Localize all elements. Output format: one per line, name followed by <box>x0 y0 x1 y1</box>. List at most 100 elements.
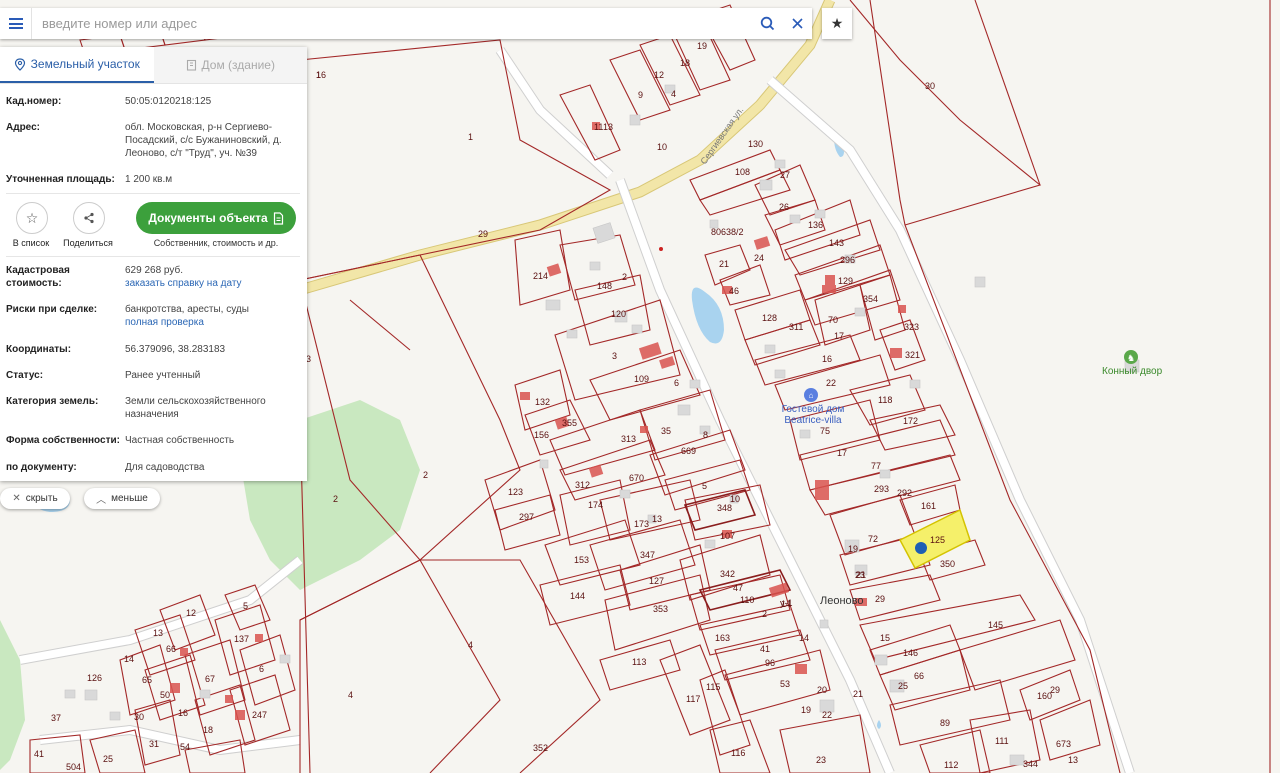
cost-row: Кадастровая стоимость: 629 268 руб. зака… <box>6 264 301 290</box>
plot-number-label: 30 <box>134 712 144 722</box>
menu-button[interactable] <box>0 8 32 39</box>
plot-number-label: 6 <box>674 378 679 388</box>
plot-number-label: 26 <box>779 202 789 212</box>
close-icon <box>791 18 803 29</box>
star-outline-icon: ☆ <box>25 209 39 226</box>
plot-number-label: 116 <box>731 748 745 758</box>
guest-house-label[interactable]: Гостевой дом Beatrice-villa <box>778 404 848 426</box>
plot-number-label: 4 <box>468 640 473 650</box>
search-button[interactable] <box>752 8 782 39</box>
plot-number-label: у-1 <box>780 598 793 608</box>
plot-number-label: 21 <box>853 689 863 699</box>
share-button[interactable] <box>73 202 105 234</box>
risks-key: Риски при сделке: <box>6 304 98 315</box>
plot-number-label: 2 <box>423 470 428 480</box>
plot-number-label: 18 <box>203 725 213 735</box>
horse-icon: ♞ <box>1127 353 1135 363</box>
plot-number-label: 148 <box>597 281 612 291</box>
clear-button[interactable] <box>782 8 812 39</box>
plot-number-label: 292 <box>897 488 912 498</box>
plot-number-label: 11 <box>594 122 603 132</box>
plot-number-label: 16 <box>822 354 832 364</box>
plot-number-label: 37 <box>51 713 61 723</box>
area-row: Уточненная площадь: 1 200 кв.м <box>6 173 301 186</box>
document-row: по документу: Для садоводства <box>6 461 301 474</box>
plot-number-label: 111 <box>995 736 1009 746</box>
map-point <box>659 247 663 251</box>
plot-number-label: 109 <box>634 374 649 384</box>
plot-number-label: 25 <box>898 681 908 691</box>
plot-number-label: 19 <box>801 705 811 715</box>
documents-button-label: Документы объекта <box>148 211 268 225</box>
plot-number-label: 130 <box>748 139 763 149</box>
plot-number-label: 2 <box>762 609 767 619</box>
plot-number-label: 13 <box>153 628 163 638</box>
plot-number-label: 146 <box>903 648 918 658</box>
collapse-panel-button[interactable]: ︿ меньше <box>84 488 160 509</box>
plot-number-label: 163 <box>715 633 730 643</box>
risks-value: банкротства, аресты, суды <box>125 304 249 315</box>
plot-number-label: 156 <box>534 430 549 440</box>
hide-label: скрыть <box>25 493 58 504</box>
tab-land-plot[interactable]: Земельный участок <box>0 47 154 83</box>
plot-number-label: 145 <box>988 620 1003 630</box>
cost-report-link[interactable]: заказать справку на дату <box>125 277 301 290</box>
plot-number-label: 23 <box>855 570 865 580</box>
plot-number-label: 35 <box>661 426 671 436</box>
plot-number-label: 12 <box>186 608 196 618</box>
plot-number-label: 96 <box>765 658 775 668</box>
plot-number-label: 13 <box>652 514 662 524</box>
plot-number-label: 107 <box>720 531 735 541</box>
plot-number-label: 75 <box>820 426 830 436</box>
plot-number-label: 348 <box>717 503 732 513</box>
cost-value: 629 268 руб. <box>125 265 183 276</box>
plot-number-label: 12 <box>654 70 664 80</box>
coords-row: Координаты: 56.379096, 38.283183 <box>6 343 301 356</box>
building-icon <box>186 59 196 71</box>
plot-number-label: 669 <box>681 446 696 456</box>
selected-plot-label: 125 <box>930 535 945 545</box>
risks-value-block: банкротства, аресты, суды полная проверк… <box>125 303 301 329</box>
share-label: Поделиться <box>63 238 113 248</box>
add-to-list-button[interactable]: ☆ <box>16 202 48 234</box>
plot-number-label: 66 <box>914 671 924 681</box>
coords-value: 56.379096, 38.283183 <box>125 344 226 355</box>
tab-land-plot-label: Земельный участок <box>30 57 140 71</box>
selected-plot-marker[interactable] <box>915 542 927 554</box>
tab-building[interactable]: Дом (здание) <box>153 47 307 83</box>
plot-number-label: 53 <box>780 679 790 689</box>
plot-number-label: 5 <box>243 601 248 611</box>
plot-number-label: 153 <box>574 555 589 565</box>
plot-number-label: 19 <box>697 41 707 51</box>
cad-number-value[interactable]: 50:05:0120218:125 <box>125 95 301 108</box>
plot-number-label: 46 <box>729 286 739 296</box>
plot-number-label: 13 <box>603 122 613 132</box>
plot-number-label: 120 <box>611 309 626 319</box>
plot-number-label: 54 <box>180 742 190 752</box>
search-input[interactable] <box>32 15 752 32</box>
village-label: Леоново <box>820 595 864 607</box>
favorites-button[interactable]: ★ <box>822 8 852 39</box>
horse-yard-label[interactable]: Конный двор <box>1102 366 1162 377</box>
plot-number-label: 143 <box>829 238 844 248</box>
documents-button[interactable]: Документы объекта <box>136 202 296 234</box>
plot-number-label: 20 <box>817 685 827 695</box>
full-check-link[interactable]: полная проверка <box>125 316 301 329</box>
address-key: Адрес: <box>6 122 40 133</box>
plot-number-label: 27 <box>780 170 790 180</box>
status-row: Статус: Ранее учтенный <box>6 369 301 382</box>
ownership-key: Форма собственности: <box>6 435 120 446</box>
plot-number-label: 1 <box>468 132 473 142</box>
plot-number-label: 344 <box>1023 759 1038 769</box>
plot-number-label: 110 <box>740 595 754 605</box>
plot-number-label: 144 <box>570 591 585 601</box>
category-row: Категория земель: Земли сельскохозяйстве… <box>6 395 301 421</box>
plot-number-label: 172 <box>903 416 918 426</box>
plot-number-label: 293 <box>874 484 889 494</box>
hide-panel-button[interactable]: ✕ скрыть <box>0 488 70 509</box>
search-icon <box>760 16 774 31</box>
plot-number-label: 70 <box>828 315 838 325</box>
plot-number-label: 15 <box>880 633 890 643</box>
cost-value-block: 629 268 руб. заказать справку на дату <box>125 264 301 290</box>
plot-number-label: 323 <box>904 322 919 332</box>
